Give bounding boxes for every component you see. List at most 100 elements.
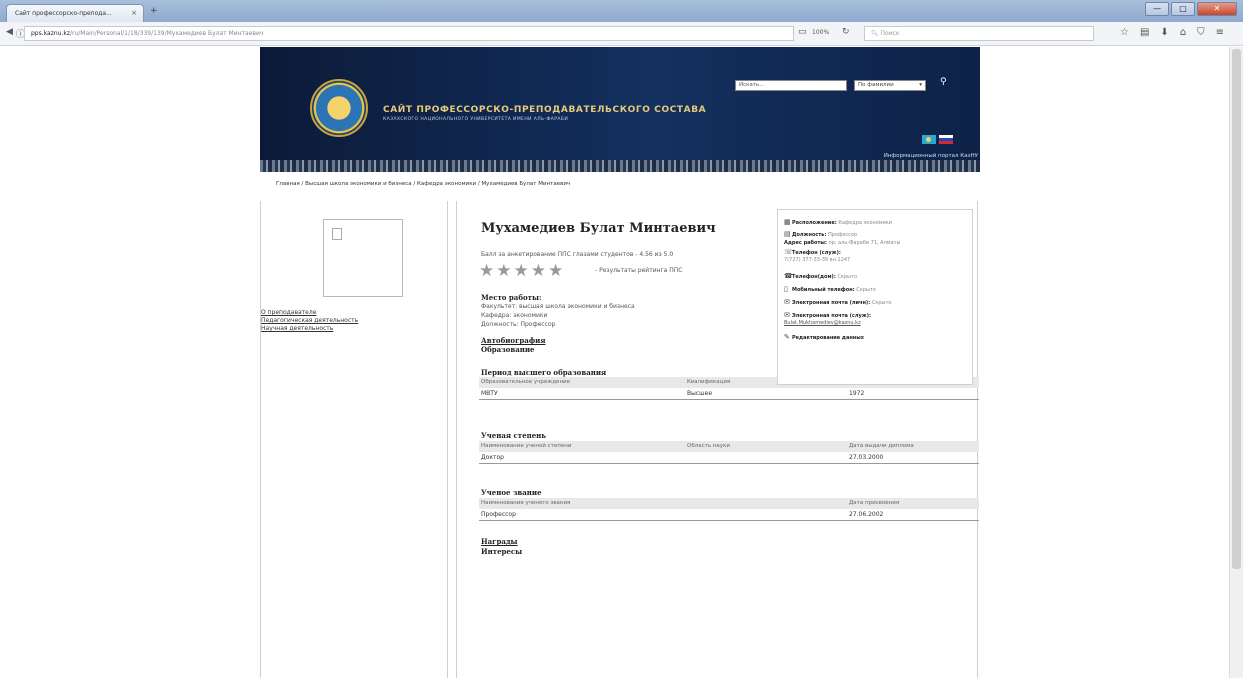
degree-table: Наименование ученой степени Область наук…: [479, 441, 979, 464]
left-sidebar: О преподавателе Педагогическая деятельно…: [260, 201, 448, 678]
telephone-icon: ☎: [784, 272, 793, 280]
contact-phone-work-value: 7(727) 377-33-39 вн.1247: [784, 257, 850, 263]
search-icon[interactable]: ⚲: [940, 77, 947, 87]
profile-photo: [323, 219, 403, 297]
rating-stars: ★★★★★: [479, 261, 566, 281]
table-cell: 1972: [849, 390, 865, 397]
phone-home-label: Телефон(дом):: [792, 274, 836, 280]
browser-search-placeholder: Поиск: [880, 30, 900, 37]
reader-icon[interactable]: ▭: [798, 27, 807, 37]
menu-icon[interactable]: ≡: [1216, 27, 1224, 38]
browser-tab[interactable]: Сайт профессорско-препода... ×: [6, 4, 144, 22]
search-icon: 🔍︎: [871, 30, 881, 37]
kazakh-flag-icon[interactable]: [922, 135, 936, 144]
table-header: Наименование ученого звания Дата присвое…: [479, 498, 979, 509]
mobile-icon: ▯: [784, 285, 788, 293]
location-label: Расположение:: [792, 220, 837, 226]
email-work-link[interactable]: Bulat.Mukhamediev@kaznu.kz: [784, 320, 861, 326]
university-logo[interactable]: [310, 79, 368, 137]
toolbar-icons: ☆ ▤ ⬇ ⌂ ⛉ ≡: [1120, 27, 1224, 38]
reload-icon[interactable]: ↻: [842, 27, 850, 37]
education-title: Образование: [481, 345, 535, 354]
contact-mobile: ▯ Мобильный телефон: Скрыто: [784, 285, 876, 293]
main-content: Мухамедиев Булат Минтаевич Балл за анкет…: [456, 201, 979, 678]
russian-flag-icon[interactable]: [939, 135, 953, 144]
contact-phone-work: ☏Телефон (служ):: [784, 248, 841, 256]
column-header: Область науки: [687, 443, 730, 449]
search-scope-select[interactable]: По фамилии ▾: [854, 80, 926, 91]
site-header: САЙТ ПРОФЕССОРСКО-ПРЕПОДАВАТЕЛЬСКОГО СОС…: [260, 47, 980, 172]
contact-phone-home: ☎Телефон(дом): Скрыто: [784, 272, 857, 280]
table-cell: [685, 454, 847, 463]
address-bar[interactable]: pps.kaznu.kz/ru/Main/Personal/1/18/339/1…: [24, 26, 794, 41]
sidebar-link-research[interactable]: Научная деятельность: [261, 325, 358, 333]
close-window-button[interactable]: ✕: [1197, 2, 1237, 16]
contact-email-personal: ✉ Электронная почта (личн): Скрыто: [784, 298, 891, 306]
info-portal-link[interactable]: Информационный портал КазНУ: [830, 153, 978, 159]
email-icon: ✉: [784, 311, 790, 319]
profile-name: Мухамедиев Булат Минтаевич: [481, 221, 716, 236]
page-viewport: САЙТ ПРОФЕССОРСКО-ПРЕПОДАВАТЕЛЬСКОГО СОС…: [0, 47, 1243, 678]
breadcrumb[interactable]: Главная / Высшая школа экономики и бизне…: [276, 181, 570, 187]
browser-titlebar: Сайт профессорско-препода... × + — □ ✕: [0, 0, 1243, 22]
table-cell: Доктор: [481, 454, 504, 461]
rating-results-link[interactable]: - Результаты рейтинга ППС: [595, 267, 682, 274]
contact-email-work-value: Bulat.Mukhamediev@kaznu.kz: [784, 320, 861, 326]
position-label: Должность:: [792, 232, 827, 238]
degree-title: Ученая степень: [481, 431, 547, 440]
location-value: Кафедра экономики: [838, 220, 893, 226]
edit-icon: ✎: [784, 333, 790, 341]
column-header: Наименование ученого звания: [481, 500, 571, 506]
sidebar-link-teaching[interactable]: Педагогическая деятельность: [261, 317, 358, 325]
table-cell: Профессор: [481, 511, 516, 518]
chevron-down-icon: ▾: [919, 82, 922, 88]
maximize-button[interactable]: □: [1171, 2, 1195, 16]
minimize-button[interactable]: —: [1145, 2, 1169, 16]
sidebar-link-about[interactable]: О преподавателе: [261, 309, 358, 317]
new-tab-button[interactable]: +: [150, 6, 158, 16]
tab-title: Сайт профессорско-препода...: [15, 10, 112, 17]
phone-work-label: Телефон (служ):: [792, 250, 841, 256]
phone-work-value: 7(727) 377-33-39 вн.1247: [784, 257, 851, 263]
page-scrollbar[interactable]: [1229, 47, 1243, 678]
clipboard-icon[interactable]: ▤: [1140, 27, 1149, 38]
tab-close-icon[interactable]: ×: [131, 9, 137, 17]
header-search-input[interactable]: Искать...: [735, 80, 847, 91]
home-icon[interactable]: ⌂: [1180, 27, 1186, 38]
academic-title-heading: Ученое звание: [481, 488, 542, 497]
email-personal-value: Скрыто: [871, 300, 892, 306]
scrollbar-thumb[interactable]: [1232, 49, 1241, 569]
contact-box: ▦Расположение: Кафедра экономики ▤Должно…: [777, 209, 973, 385]
edit-data-link[interactable]: Редактирование данных: [792, 335, 864, 341]
mobile-value: Скрыто: [856, 287, 876, 293]
zoom-level[interactable]: 100%: [812, 29, 829, 36]
shield-icon[interactable]: ⛉: [1197, 27, 1205, 38]
contact-position: ▤Должность: Профессор: [784, 230, 857, 238]
browser-search-input[interactable]: 🔍︎ Поиск: [864, 26, 1094, 41]
url-path: /ru/Main/Personal/1/18/339/139/Мухамедие…: [69, 30, 264, 37]
url-domain: pps.kaznu.kz: [31, 30, 70, 37]
download-icon[interactable]: ⬇: [1160, 27, 1168, 38]
table-cell: 27.06.2002: [849, 511, 884, 518]
table-header: Наименование ученой степени Область наук…: [479, 441, 979, 452]
window-controls: — □ ✕: [1145, 2, 1237, 16]
back-icon[interactable]: ◀: [6, 27, 13, 37]
email-work-label: Электронная почта (служ):: [792, 313, 872, 319]
site-title: САЙТ ПРОФЕССОРСКО-ПРЕПОДАВАТЕЛЬСКОГО СОС…: [383, 105, 707, 115]
table-cell: МВТУ: [481, 390, 498, 397]
column-header: Дата присвоения: [849, 500, 900, 506]
contact-email-work: ✉ Электронная почта (служ):: [784, 311, 871, 319]
email-personal-label: Электронная почта (личн):: [792, 300, 871, 306]
contact-location: ▦Расположение: Кафедра экономики: [784, 218, 892, 226]
sidebar-links: О преподавателе Педагогическая деятельно…: [261, 309, 358, 333]
table-cell: 27.03.2000: [849, 454, 884, 461]
faculty-text: Факультет: высшая школа экономики и бизн…: [481, 303, 635, 310]
phone-home-value: Скрыто: [837, 274, 858, 280]
search-scope-value: По фамилии: [858, 82, 894, 88]
mail-icon: ✉: [784, 298, 790, 306]
autobiography-link[interactable]: Автобиография: [481, 336, 546, 345]
contact-edit[interactable]: ✎ Редактирование данных: [784, 333, 864, 341]
bookmark-star-icon[interactable]: ☆: [1120, 27, 1129, 38]
address-value: пр. аль-Фараби 71, Алматы: [828, 240, 901, 246]
awards-link[interactable]: Награды: [481, 537, 518, 546]
